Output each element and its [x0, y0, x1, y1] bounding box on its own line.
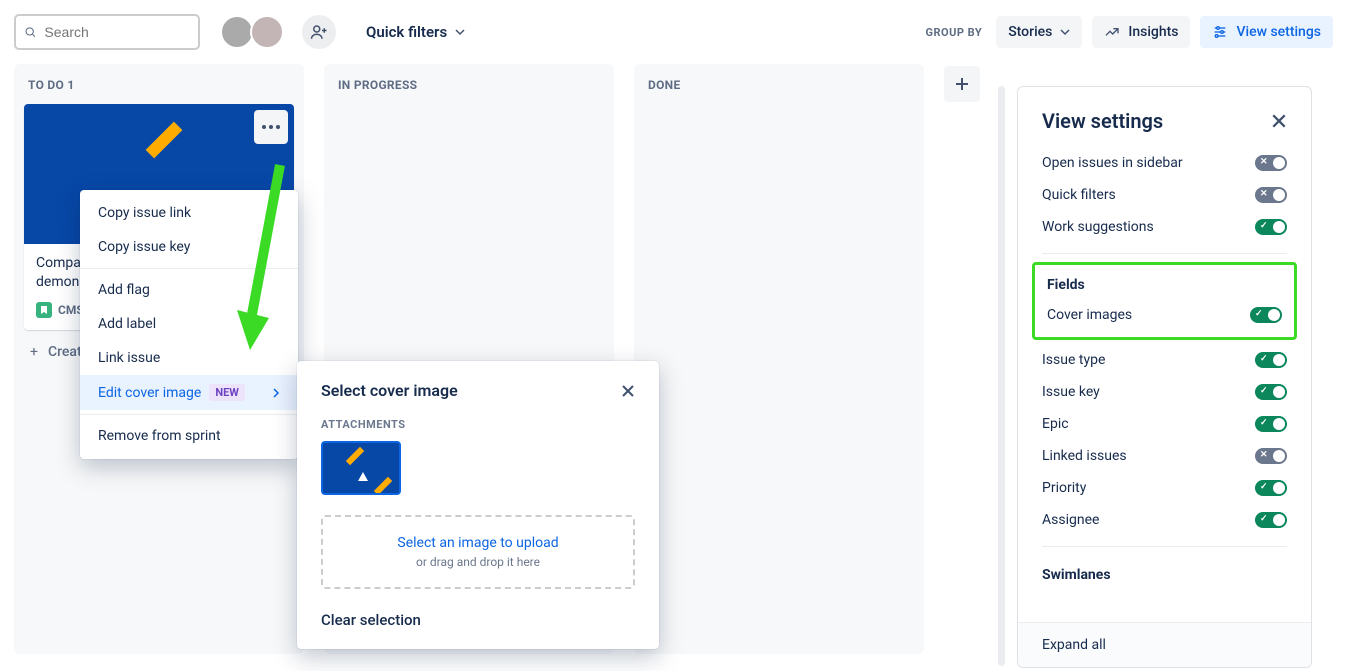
view-settings-panel: View settings Open issues in sidebar ✕ Q…	[1017, 86, 1312, 668]
toggle-open-sidebar[interactable]: ✕	[1255, 155, 1287, 171]
topbar: Quick filters GROUP BY Stories Insights …	[0, 0, 1347, 64]
column-done: DONE	[634, 64, 924, 654]
avatar[interactable]	[220, 15, 254, 49]
setting-work-suggestions: Work suggestions ✓	[1018, 211, 1311, 243]
toggle-assignee[interactable]: ✓	[1255, 512, 1287, 528]
setting-issue-key: Issue key ✓	[1018, 376, 1311, 408]
setting-priority: Priority ✓	[1018, 472, 1311, 504]
toggle-issue-type[interactable]: ✓	[1255, 352, 1287, 368]
toggle-priority[interactable]: ✓	[1255, 480, 1287, 496]
attachment-thumbnail[interactable]	[321, 441, 401, 495]
highlight-fields-cover: Fields Cover images ✓	[1032, 262, 1297, 340]
chevron-down-icon	[455, 27, 465, 37]
menu-edit-cover-label: Edit cover image	[98, 385, 201, 401]
column-header: IN PROGRESS	[324, 78, 614, 104]
menu-edit-cover-image[interactable]: Edit cover image NEW	[80, 375, 298, 410]
setting-issue-type: Issue type ✓	[1018, 344, 1311, 376]
close-icon[interactable]	[1271, 113, 1287, 129]
column-header: TO DO 1	[14, 78, 304, 104]
menu-copy-key[interactable]: Copy issue key	[80, 230, 298, 264]
search-input[interactable]	[42, 23, 190, 41]
toggle-epic[interactable]: ✓	[1255, 416, 1287, 432]
setting-assignee: Assignee ✓	[1018, 504, 1311, 536]
setting-linked-issues: Linked issues ✕	[1018, 440, 1311, 472]
toggle-linked-issues[interactable]: ✕	[1255, 448, 1287, 464]
more-icon	[262, 125, 280, 129]
toggle-quick-filters[interactable]: ✕	[1255, 187, 1287, 203]
card-actions-menu: Copy issue link Copy issue key Add flag …	[80, 190, 298, 459]
popover-title: Select cover image	[321, 381, 458, 400]
group-by-value: Stories	[1008, 24, 1052, 40]
panel-title: View settings	[1042, 109, 1163, 133]
view-settings-button[interactable]: View settings	[1200, 16, 1333, 48]
search-icon	[24, 25, 36, 39]
swimlanes-section-title: Swimlanes	[1018, 557, 1311, 589]
expand-all-button[interactable]: Expand all	[1018, 622, 1311, 667]
group-by-label: GROUP BY	[925, 26, 982, 39]
insights-label: Insights	[1128, 24, 1178, 40]
add-people-button[interactable]	[302, 15, 336, 49]
quick-filters-label: Quick filters	[366, 23, 447, 41]
menu-add-label[interactable]: Add label	[80, 307, 298, 341]
plus-icon	[953, 75, 971, 93]
add-people-icon	[310, 23, 328, 41]
card-more-button[interactable]	[254, 110, 288, 144]
sliders-icon	[1212, 24, 1228, 40]
toggle-cover-images[interactable]: ✓	[1250, 307, 1282, 323]
setting-quick-filters: Quick filters ✕	[1018, 179, 1311, 211]
new-badge: NEW	[209, 384, 245, 401]
setting-epic: Epic ✓	[1018, 408, 1311, 440]
toggle-issue-key[interactable]: ✓	[1255, 384, 1287, 400]
setting-cover-images: Cover images ✓	[1035, 299, 1294, 331]
upload-hint: or drag and drop it here	[333, 555, 623, 569]
create-label: Creat	[48, 344, 82, 360]
avatar-stack	[224, 15, 284, 49]
group-by-select[interactable]: Stories	[996, 16, 1082, 48]
fields-section-title: Fields	[1035, 267, 1294, 299]
column-header: DONE	[634, 78, 924, 104]
board-scrollbar[interactable]	[998, 86, 1005, 666]
setting-open-sidebar: Open issues in sidebar ✕	[1018, 147, 1311, 179]
quick-filters-dropdown[interactable]: Quick filters	[366, 23, 465, 41]
plus-icon: +	[30, 344, 38, 360]
avatar[interactable]	[250, 15, 284, 49]
add-column-button[interactable]	[944, 66, 980, 102]
toggle-work-suggestions[interactable]: ✓	[1255, 219, 1287, 235]
attachments-label: ATTACHMENTS	[321, 418, 635, 431]
menu-remove-from-sprint[interactable]: Remove from sprint	[80, 419, 298, 453]
upload-dropzone[interactable]: Select an image to upload or drag and dr…	[321, 515, 635, 589]
chevron-down-icon	[1060, 27, 1070, 37]
view-settings-label: View settings	[1236, 24, 1321, 40]
search-box[interactable]	[14, 14, 200, 50]
insights-button[interactable]: Insights	[1092, 16, 1190, 48]
story-icon	[36, 302, 52, 318]
close-icon[interactable]	[621, 384, 635, 398]
menu-link-issue[interactable]: Link issue	[80, 341, 298, 375]
cover-image-popover: Select cover image ATTACHMENTS Select an…	[297, 361, 659, 649]
insights-icon	[1104, 24, 1120, 40]
upload-link[interactable]: Select an image to upload	[333, 535, 623, 551]
chevron-right-icon	[272, 388, 280, 398]
clear-selection-button[interactable]: Clear selection	[321, 611, 635, 629]
menu-add-flag[interactable]: Add flag	[80, 273, 298, 307]
menu-copy-link[interactable]: Copy issue link	[80, 196, 298, 230]
